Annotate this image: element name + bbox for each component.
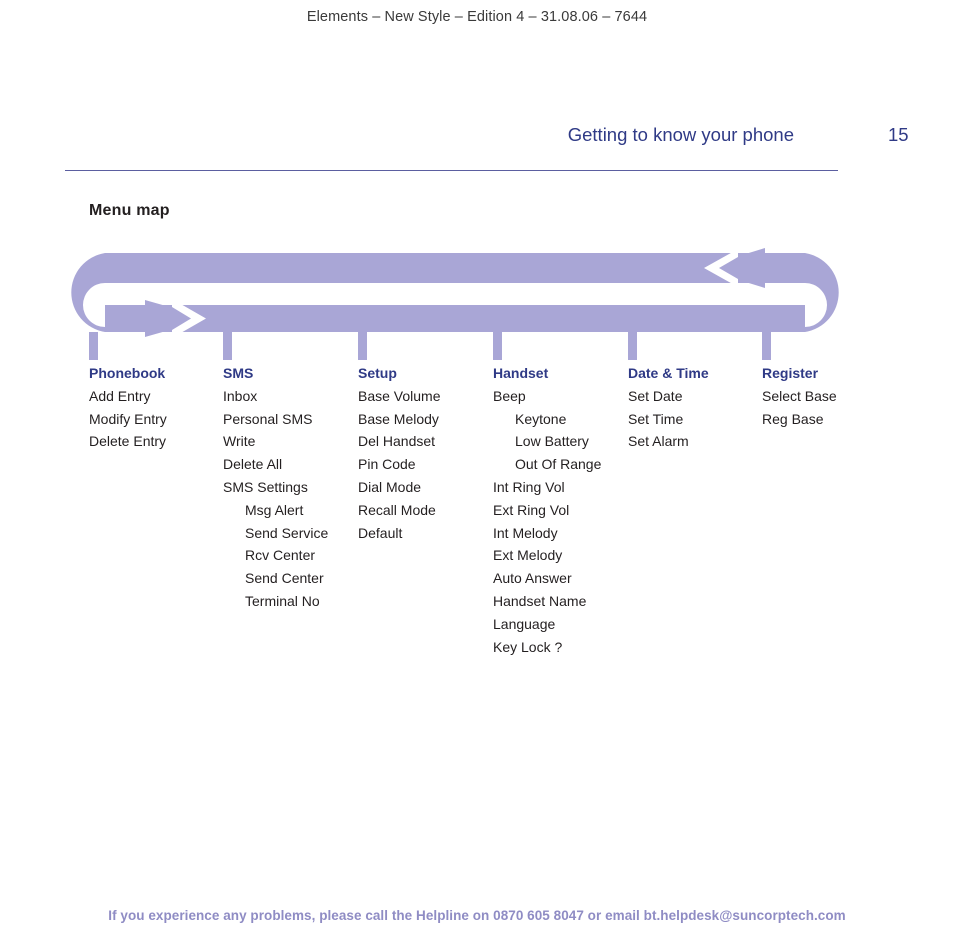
menu-item: Base Melody — [358, 410, 439, 427]
menu-column-title: Handset — [493, 365, 549, 381]
menu-item: Select Base — [762, 387, 837, 404]
menu-column-setup: Setup Base Volume Base Melody Del Handset Pi… — [358, 362, 441, 544]
menu-sub-item: Low Battery — [515, 433, 589, 450]
menu-item: Language — [493, 615, 556, 632]
menu-item: Pin Code — [358, 456, 416, 473]
helpline-footer: If you experience any problems, please c… — [108, 908, 846, 923]
menu-column-date-time: Date & Time Set Date Set Time Set Alarm — [628, 362, 709, 453]
page-number: 15 — [888, 124, 909, 145]
menu-item: Inbox — [223, 387, 258, 404]
menu-item: Default — [358, 524, 403, 541]
page-header: Getting to know your phone 15 — [65, 124, 910, 154]
menu-sub-item: Send Service — [245, 524, 329, 541]
menu-item: SMS Settings — [223, 478, 308, 495]
menu-item: Personal SMS — [223, 410, 313, 427]
menu-column-handset: Handset Beep Keytone Low Battery Out Of Rang… — [493, 362, 601, 658]
menu-item: Write — [223, 433, 256, 450]
menu-loop-flow-icon — [71, 248, 839, 360]
header-divider — [65, 170, 838, 171]
menu-item: Handset Name — [493, 592, 587, 609]
menu-sub-item: Msg Alert — [245, 501, 304, 518]
menu-item: Auto Answer — [493, 570, 572, 587]
menu-column-register: Register Select Base Reg Base — [762, 362, 837, 430]
menu-item: Key Lock ? — [493, 638, 563, 655]
menu-item: Modify Entry — [89, 410, 167, 427]
menu-column-title: SMS — [223, 365, 254, 381]
menu-map-columns: Phonebook Add Entry Modify Entry Delete Ent… — [0, 362, 954, 662]
menu-item: Ext Ring Vol — [493, 501, 570, 518]
menu-item: Int Ring Vol — [493, 478, 565, 495]
menu-item: Base Volume — [358, 387, 441, 404]
menu-sub-item: Terminal No — [245, 592, 320, 609]
chapter-title: Getting to know your phone — [567, 124, 794, 145]
flow-arrow-right-icon — [145, 299, 210, 338]
menu-column-title: Phonebook — [89, 365, 166, 381]
section-title: Menu map — [89, 202, 170, 219]
menu-sub-item: Out Of Range — [515, 456, 602, 473]
menu-item: Delete All — [223, 456, 283, 473]
menu-item: Del Handset — [358, 433, 436, 450]
menu-column-title: Setup — [358, 365, 397, 381]
menu-item: Delete Entry — [89, 433, 167, 450]
menu-item: Int Melody — [493, 524, 558, 541]
menu-column-title: Date & Time — [628, 365, 709, 381]
menu-item: Reg Base — [762, 410, 824, 427]
menu-column-phonebook: Phonebook Add Entry Modify Entry Delete Ent… — [89, 362, 167, 453]
menu-loop-diagram — [60, 248, 850, 360]
menu-item: Add Entry — [89, 387, 151, 404]
menu-item: Recall Mode — [358, 501, 436, 518]
menu-item: Dial Mode — [358, 478, 422, 495]
menu-item: Set Time — [628, 410, 684, 427]
column-stems — [89, 332, 771, 360]
menu-item: Beep — [493, 387, 526, 404]
menu-sub-item: Keytone — [515, 410, 567, 427]
menu-item: Set Date — [628, 387, 683, 404]
menu-column-title: Register — [762, 365, 819, 381]
menu-column-sms: SMS Inbox Personal SMS Write Delete All SMS S… — [223, 362, 328, 613]
menu-item: Ext Melody — [493, 547, 563, 564]
menu-sub-item: Rcv Center — [245, 547, 316, 564]
running-head: Elements – New Style – Edition 4 – 31.08… — [306, 9, 648, 25]
menu-item: Set Alarm — [628, 433, 689, 450]
menu-sub-item: Send Center — [245, 570, 324, 587]
